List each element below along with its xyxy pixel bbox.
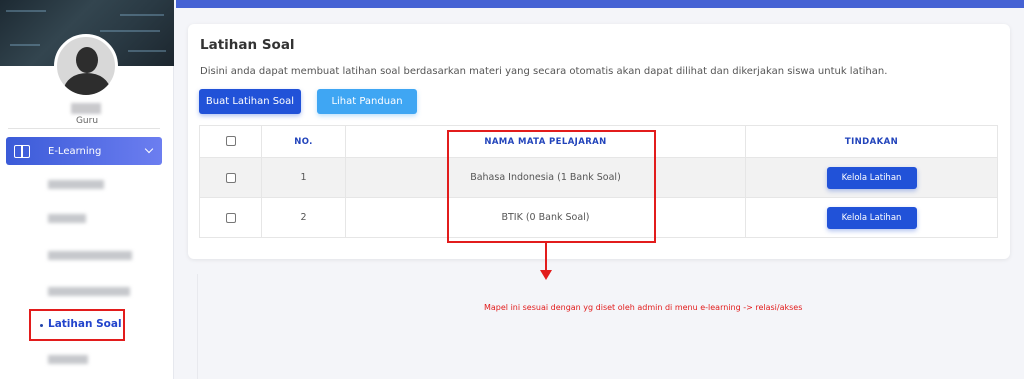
arrow-down-icon [540, 270, 552, 280]
column-header-action: TINDAKAN [745, 125, 998, 158]
sidebar-subitem-blurred[interactable] [48, 180, 104, 189]
sidebar-subitem-blurred[interactable] [48, 214, 86, 223]
select-all-cell [199, 125, 262, 158]
row-select-cell [199, 157, 262, 198]
row-checkbox[interactable] [225, 212, 236, 223]
annotation-highlight-box [447, 130, 656, 243]
avatar[interactable] [54, 34, 118, 98]
row-action-cell: Kelola Latihan [745, 197, 998, 238]
view-guide-button[interactable]: Lihat Panduan [317, 89, 417, 114]
content-divider [197, 274, 198, 379]
annotation-arrow-line [545, 243, 547, 271]
select-all-checkbox[interactable] [225, 136, 236, 147]
manage-exercise-button[interactable]: Kelola Latihan [826, 206, 917, 229]
user-role: Guru [75, 116, 99, 126]
annotation-note: Mapel ini sesuai dengan yg diset oleh ad… [484, 303, 803, 312]
sidebar-subitem-blurred[interactable] [48, 355, 88, 364]
sidebar-item-latihan-soal[interactable]: Latihan Soal [29, 309, 125, 341]
avatar-head-icon [76, 47, 98, 73]
chevron-down-icon [144, 144, 154, 154]
bullet-icon [40, 324, 43, 327]
manage-exercise-button[interactable]: Kelola Latihan [826, 166, 917, 189]
sidebar: Guru E-Learning Latihan Soal [0, 0, 174, 379]
user-name-blurred [71, 103, 101, 114]
sidebar-subitem-blurred[interactable] [48, 251, 132, 260]
row-action-cell: Kelola Latihan [745, 157, 998, 198]
sidebar-item-elearning[interactable]: E-Learning [6, 137, 162, 165]
sidebar-item-label: Latihan Soal [48, 318, 122, 330]
row-checkbox[interactable] [225, 172, 236, 183]
row-number: 2 [261, 197, 346, 238]
page-title: Latihan Soal [200, 37, 295, 53]
row-select-cell [199, 197, 262, 238]
create-exercise-button[interactable]: Buat Latihan Soal [199, 89, 301, 114]
page-description: Disini anda dapat membuat latihan soal b… [200, 66, 888, 77]
top-bar [176, 0, 1024, 8]
sidebar-divider [8, 128, 160, 129]
sidebar-item-label: E-Learning [48, 145, 102, 157]
avatar-body-icon [64, 73, 110, 95]
row-number: 1 [261, 157, 346, 198]
book-icon [14, 145, 30, 158]
sidebar-subitem-blurred[interactable] [48, 287, 130, 296]
column-header-no: NO. [261, 125, 346, 158]
